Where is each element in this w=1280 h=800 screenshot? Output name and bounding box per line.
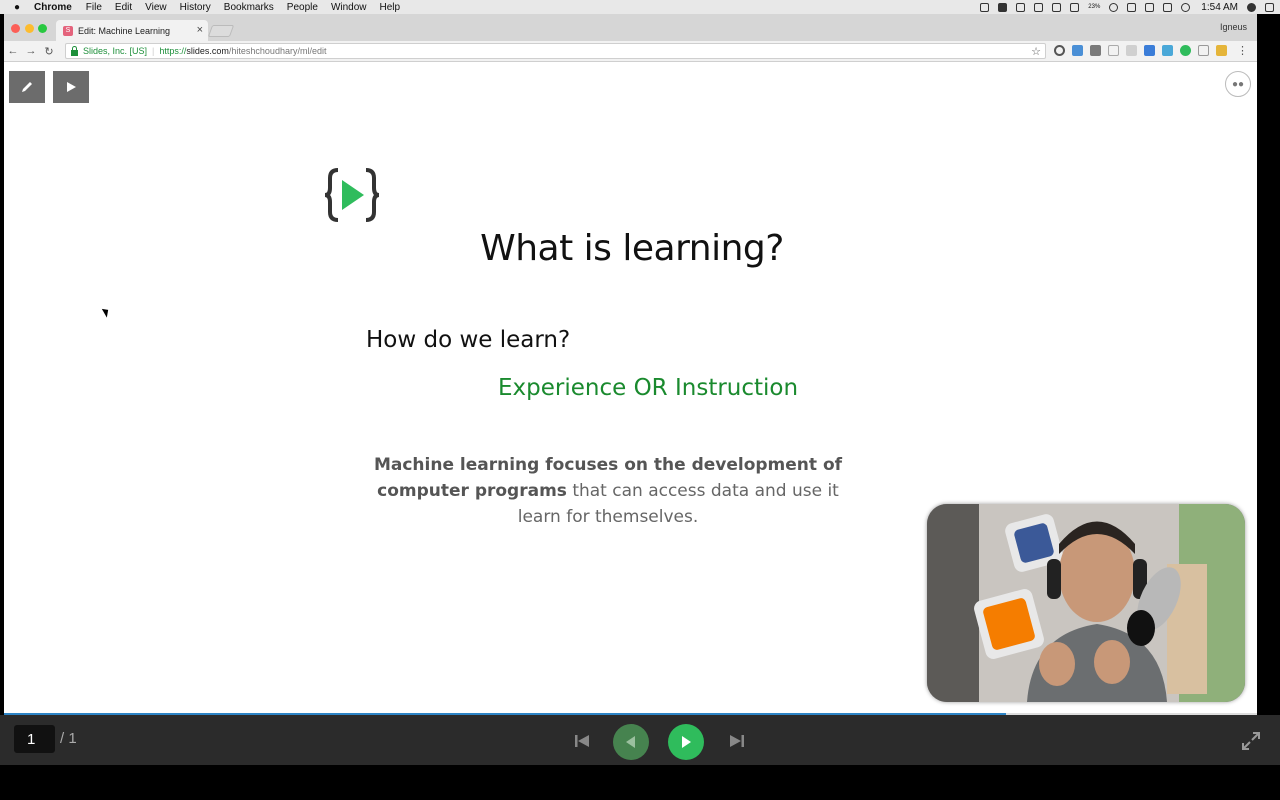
notes-icon[interactable] xyxy=(1034,2,1044,12)
skip-last-icon xyxy=(730,735,744,747)
url-divider: | xyxy=(152,46,155,56)
shield-extension-icon[interactable] xyxy=(1216,45,1227,56)
slide-editor: ●● What is learning? How do we learn? Ex… xyxy=(4,62,1257,715)
browser-menu-icon[interactable]: ⋮ xyxy=(1237,44,1248,57)
battery-percent: 23% xyxy=(1088,4,1101,10)
menu-bookmarks[interactable]: Bookmarks xyxy=(224,2,274,13)
browser-toolbar: ← → ↻ Slides, Inc. [US] | https:// slide… xyxy=(4,41,1257,62)
page-number-input[interactable] xyxy=(14,725,55,753)
menu-edit[interactable]: Edit xyxy=(115,2,132,13)
menu-history[interactable]: History xyxy=(180,2,211,13)
previous-icon xyxy=(626,736,635,748)
present-button[interactable] xyxy=(53,71,89,103)
next-icon xyxy=(682,736,691,748)
siri-icon[interactable] xyxy=(1247,2,1256,12)
notification-center-icon[interactable] xyxy=(1265,2,1274,12)
site-identity[interactable]: Slides, Inc. [US] xyxy=(83,46,147,56)
close-window-button[interactable] xyxy=(11,24,20,33)
menu-file[interactable]: File xyxy=(86,2,102,13)
wifi-icon[interactable] xyxy=(1109,2,1119,12)
play-icon xyxy=(67,82,76,92)
record-extension-icon[interactable] xyxy=(1054,45,1065,56)
spotlight-icon[interactable] xyxy=(1181,2,1191,12)
status-tray: 23% 1:54 AM xyxy=(980,0,1274,14)
sidebar-icon[interactable] xyxy=(1163,2,1173,12)
skip-first-icon xyxy=(575,735,589,747)
pencil-icon xyxy=(22,82,32,92)
blank-extension-icon[interactable] xyxy=(1108,45,1119,56)
bookmark-star-icon[interactable]: ☆ xyxy=(1031,45,1041,58)
webcam-overlay xyxy=(927,504,1245,702)
new-tab-button[interactable] xyxy=(207,25,235,37)
tab-strip: S Edit: Machine Learning × Igneus xyxy=(4,14,1257,41)
bluetooth-icon[interactable] xyxy=(1145,2,1155,12)
presentation-controls: / 1 xyxy=(0,715,1280,765)
mouse-cursor-icon xyxy=(101,306,112,318)
collaborators-button[interactable]: ●● xyxy=(1225,71,1251,97)
reload-icon[interactable]: ↻ xyxy=(40,45,58,58)
tab-title: Edit: Machine Learning xyxy=(78,25,171,36)
people-icon: ●● xyxy=(1231,78,1245,90)
tab-close-icon[interactable]: × xyxy=(197,24,203,36)
slide-title[interactable]: What is learning? xyxy=(404,228,860,269)
next-slide-button[interactable] xyxy=(668,724,704,760)
eyedropper-extension-icon[interactable] xyxy=(1090,45,1101,56)
screen-bottom-area xyxy=(0,765,1280,800)
address-bar[interactable]: Slides, Inc. [US] | https:// slides.com … xyxy=(65,43,1046,59)
menu-app-name[interactable]: Chrome xyxy=(34,2,72,13)
code-play-logo-icon xyxy=(324,168,380,222)
clipboard-icon[interactable] xyxy=(1052,2,1062,12)
forward-icon[interactable]: → xyxy=(22,45,40,57)
menu-bar: ● Chrome File Edit View History Bookmark… xyxy=(0,0,1280,14)
url-path: /hiteshchoudhary/ml/edit xyxy=(228,46,327,56)
drive-icon[interactable] xyxy=(1016,2,1026,12)
url-scheme: https:// xyxy=(159,46,187,56)
display-icon[interactable] xyxy=(1070,2,1080,12)
download-extension-icon[interactable] xyxy=(1162,45,1173,56)
slide-question[interactable]: How do we learn? xyxy=(366,327,570,353)
browser-window: S Edit: Machine Learning × Igneus ← → ↻ … xyxy=(4,14,1257,715)
grammarly-extension-icon[interactable] xyxy=(1180,45,1191,56)
slide-answer[interactable]: Experience OR Instruction xyxy=(498,375,798,401)
volume-icon[interactable] xyxy=(1127,2,1137,12)
fullscreen-icon[interactable] xyxy=(1242,732,1260,750)
edit-extension-icon[interactable] xyxy=(1072,45,1083,56)
first-slide-button[interactable] xyxy=(573,724,591,758)
profile-name[interactable]: Igneus xyxy=(1220,22,1247,32)
minimize-window-button[interactable] xyxy=(25,24,34,33)
clock[interactable]: 1:54 AM xyxy=(1201,2,1238,13)
slides-favicon-icon: S xyxy=(63,25,73,36)
menu-window[interactable]: Window xyxy=(331,2,367,13)
back-icon[interactable]: ← xyxy=(4,45,22,57)
dropbox-icon[interactable] xyxy=(998,2,1008,12)
lock-icon xyxy=(71,45,78,56)
edit-mode-button[interactable] xyxy=(9,71,45,103)
people-extension-icon[interactable] xyxy=(1144,45,1155,56)
zoom-window-button[interactable] xyxy=(38,24,47,33)
extensions-bar xyxy=(1054,45,1227,56)
window-extension-icon[interactable] xyxy=(1198,45,1209,56)
apple-icon[interactable]: ● xyxy=(0,2,34,13)
last-slide-button[interactable] xyxy=(728,724,746,758)
link-extension-icon[interactable] xyxy=(1126,45,1137,56)
camera-icon[interactable] xyxy=(980,2,990,12)
previous-slide-button[interactable] xyxy=(613,724,649,760)
menu-help[interactable]: Help xyxy=(380,2,401,13)
menu-view[interactable]: View xyxy=(145,2,167,13)
page-total: / 1 xyxy=(60,730,77,747)
tab-edit-machine-learning[interactable]: S Edit: Machine Learning × xyxy=(56,20,208,41)
url-host: slides.com xyxy=(186,46,229,56)
slide-body-text[interactable]: Machine learning focuses on the developm… xyxy=(356,452,860,530)
menu-people[interactable]: People xyxy=(287,2,318,13)
